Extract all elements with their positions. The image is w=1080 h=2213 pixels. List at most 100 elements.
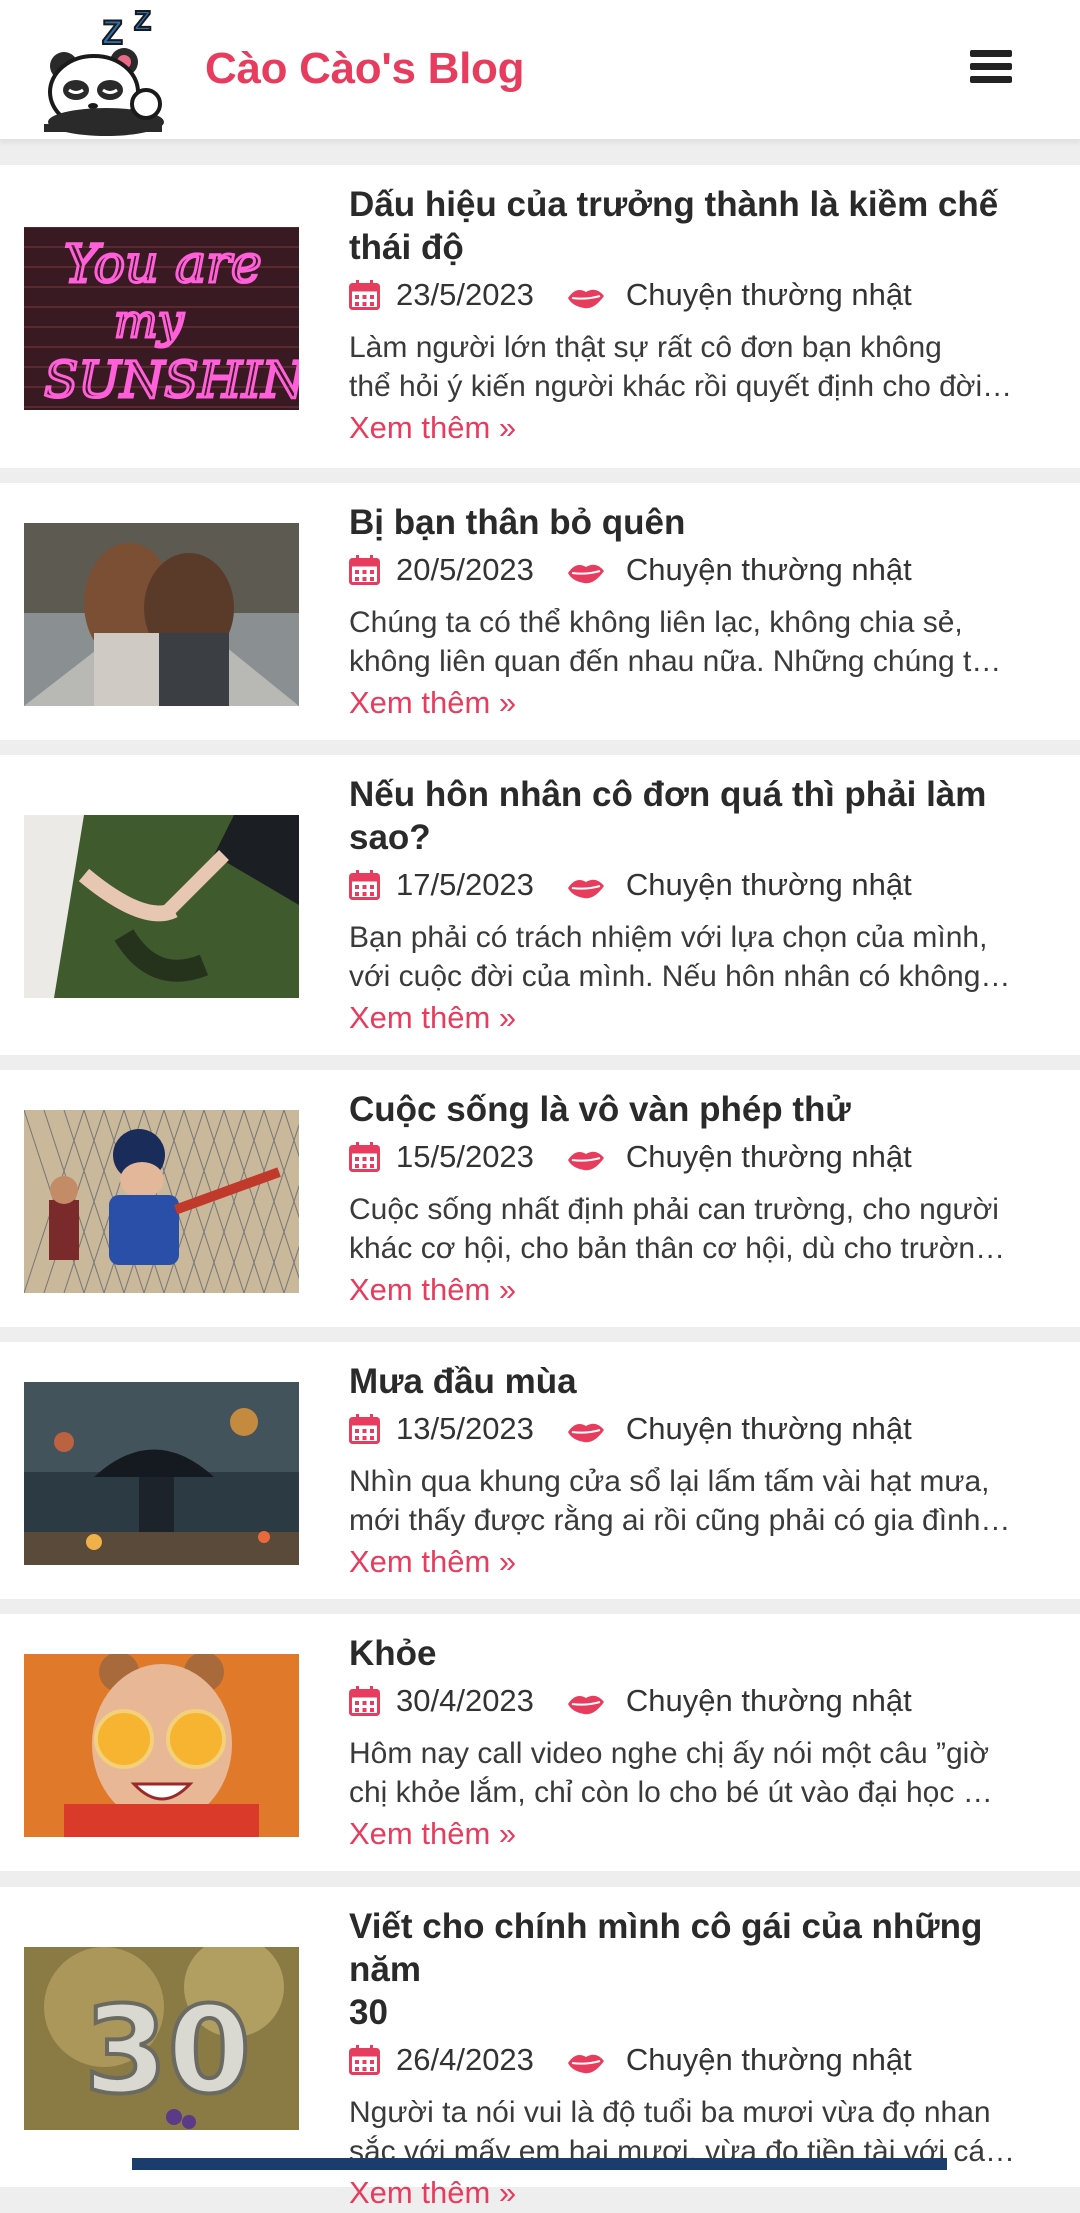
post-excerpt-line: mới thấy được rằng ai rồi cũng phải có g… — [349, 1504, 1011, 1537]
post-category[interactable]: Chuyện thường nhật — [626, 2042, 912, 2078]
post-excerpt: Chúng ta có thể không liên lạc, không ch… — [349, 603, 1064, 681]
post-excerpt-line: Cuộc sống nhất định phải can trường, cho… — [349, 1193, 999, 1226]
calendar-icon — [349, 555, 380, 585]
lips-category-icon — [566, 557, 606, 584]
holding-hands-image[interactable] — [24, 815, 299, 998]
calendar-icon — [349, 2045, 380, 2075]
post-title-line: thái độ — [349, 228, 464, 267]
post-date: 26/4/2023 — [396, 2042, 534, 2077]
calendar-icon — [349, 870, 380, 900]
post-title-line: 30 — [349, 1993, 388, 2032]
post-category[interactable]: Chuyện thường nhật — [626, 867, 912, 903]
post-category[interactable]: Chuyện thường nhật — [626, 1683, 912, 1719]
post-excerpt: Cuộc sống nhất định phải can trường, cho… — [349, 1190, 1064, 1268]
post-excerpt: Làm người lớn thật sự rất cô đơn bạn khô… — [349, 328, 1064, 406]
post-date: 17/5/2023 — [396, 867, 534, 902]
post-excerpt-line: Bạn phải có trách nhiệm với lựa chọn của… — [349, 921, 988, 954]
lips-category-icon — [566, 1416, 606, 1443]
post-title[interactable]: Mưa đầu mùa — [349, 1360, 1064, 1403]
post-excerpt-line: Hôm nay call video nghe chị ấy nói một c… — [349, 1737, 989, 1770]
post-excerpt: Hôm nay call video nghe chị ấy nói một c… — [349, 1734, 1064, 1812]
post-excerpt-line: chị khỏe lắm, chỉ còn lo cho bé út vào đ… — [349, 1776, 993, 1809]
panda-sleeping-logo-icon[interactable]: Z Z — [36, 4, 172, 136]
post-title[interactable]: Cuộc sống là vô vàn phép thử — [349, 1088, 1064, 1131]
post-card[interactable]: Mưa đầu mùa 13/5/2023 Chuyện thường nhật… — [0, 1342, 1080, 1599]
rainy-street-image[interactable] — [24, 1382, 299, 1565]
orange-girl-image[interactable] — [24, 1654, 299, 1837]
post-title-line: Khỏe — [349, 1634, 437, 1673]
read-more-link[interactable]: Xem thêm » — [349, 1270, 516, 1310]
svg-text:SUNSHINE: SUNSHINE — [44, 351, 299, 409]
post-meta: 17/5/2023 Chuyện thường nhật — [349, 862, 1064, 908]
post-title[interactable]: Bị bạn thân bỏ quên — [349, 501, 1064, 544]
post-title[interactable]: Nếu hôn nhân cô đơn quá thì phải làm sao? — [349, 773, 1064, 859]
lips-category-icon — [566, 1144, 606, 1171]
hamburger-menu-icon[interactable] — [970, 50, 1014, 90]
post-date: 13/5/2023 — [396, 1411, 534, 1446]
post-title-line: Bị bạn thân bỏ quên — [349, 503, 686, 542]
post-category[interactable]: Chuyện thường nhật — [626, 1411, 912, 1447]
post-card[interactable]: You aremySUNSHINE Dấu hiệu của trưởng thà… — [0, 165, 1080, 468]
post-excerpt-line: Làm người lớn thật sự rất cô đơn bạn khô… — [349, 331, 942, 364]
post-card[interactable]: Cuộc sống là vô vàn phép thử 15/5/2023 C… — [0, 1070, 1080, 1327]
read-more-link[interactable]: Xem thêm » — [349, 1814, 516, 1854]
svg-text:30: 30 — [84, 1982, 251, 2121]
post-excerpt-line: Nhìn qua khung cửa sổ lại lấm tấm vài hạ… — [349, 1465, 990, 1498]
post-excerpt-line: Người ta nói vui là độ tuổi ba mươi vừa … — [349, 2096, 991, 2129]
read-more-link[interactable]: Xem thêm » — [349, 2173, 516, 2213]
post-excerpt-line: với cuộc đời của mình. Nếu hôn nhân có k… — [349, 960, 1011, 993]
post-category[interactable]: Chuyện thường nhật — [626, 1139, 912, 1175]
site-title[interactable]: Cào Cào's Blog — [205, 44, 524, 94]
calendar-icon — [349, 1414, 380, 1444]
post-card[interactable]: Khỏe 30/4/2023 Chuyện thường nhật Hôm nay… — [0, 1614, 1080, 1871]
lips-category-icon — [566, 282, 606, 309]
ad-banner-strip — [132, 2158, 947, 2170]
svg-text:You are: You are — [64, 235, 262, 295]
read-more-link[interactable]: Xem thêm » — [349, 408, 516, 448]
calendar-icon — [349, 1142, 380, 1172]
friends-hugging-image[interactable] — [24, 523, 299, 706]
post-meta: 20/5/2023 Chuyện thường nhật — [349, 547, 1064, 593]
calendar-icon — [349, 1686, 380, 1716]
post-card[interactable]: 30 Viết cho chính mình cô gái của những … — [0, 1887, 1080, 2210]
calendar-icon — [349, 280, 380, 310]
post-excerpt-line: Chúng ta có thể không liên lạc, không ch… — [349, 606, 963, 639]
svg-text:Z: Z — [102, 14, 123, 52]
post-meta: 13/5/2023 Chuyện thường nhật — [349, 1406, 1064, 1452]
lips-category-icon — [566, 1688, 606, 1715]
post-date: 15/5/2023 — [396, 1139, 534, 1174]
post-excerpt-line: khác cơ hội, cho bản thân cơ hội, dù cho… — [349, 1232, 1006, 1265]
post-excerpt-line: thể hỏi ý kiến người khác rồi quyết định… — [349, 370, 1013, 403]
post-date: 23/5/2023 — [396, 277, 534, 312]
read-more-link[interactable]: Xem thêm » — [349, 683, 516, 723]
lips-category-icon — [566, 872, 606, 899]
post-meta: 30/4/2023 Chuyện thường nhật — [349, 1678, 1064, 1724]
post-excerpt-line: không liên quan đến nhau nữa. Những chún… — [349, 645, 1002, 678]
post-title[interactable]: Khỏe — [349, 1632, 1064, 1675]
neon-sign-image[interactable]: You aremySUNSHINE — [24, 227, 299, 410]
post-category[interactable]: Chuyện thường nhật — [626, 552, 912, 588]
post-title-line: Cuộc sống là vô vàn phép thử — [349, 1090, 851, 1129]
read-more-link[interactable]: Xem thêm » — [349, 1542, 516, 1582]
post-category[interactable]: Chuyện thường nhật — [626, 277, 912, 313]
read-more-link[interactable]: Xem thêm » — [349, 998, 516, 1038]
post-date: 20/5/2023 — [396, 552, 534, 587]
lips-category-icon — [566, 2047, 606, 2074]
post-title[interactable]: Viết cho chính mình cô gái của những năm… — [349, 1905, 1064, 2034]
post-meta: 15/5/2023 Chuyện thường nhật — [349, 1134, 1064, 1180]
site-header: Z Z Cào Cào's Blog — [0, 0, 1080, 140]
svg-text:my: my — [114, 294, 185, 348]
post-title[interactable]: Dấu hiệu của trưởng thành là kiềm chế thá… — [349, 183, 1064, 269]
svg-text:Z: Z — [134, 5, 151, 36]
post-meta: 26/4/2023 Chuyện thường nhật — [349, 2037, 1064, 2083]
post-card[interactable]: Nếu hôn nhân cô đơn quá thì phải làm sao?… — [0, 755, 1080, 1055]
post-meta: 23/5/2023 Chuyện thường nhật — [349, 272, 1064, 318]
post-excerpt: Bạn phải có trách nhiệm với lựa chọn của… — [349, 918, 1064, 996]
post-excerpt: Nhìn qua khung cửa sổ lại lấm tấm vài hạ… — [349, 1462, 1064, 1540]
post-title-line: Mưa đầu mùa — [349, 1362, 577, 1401]
balloon-30-image[interactable]: 30 — [24, 1947, 299, 2130]
baseball-kid-image[interactable] — [24, 1110, 299, 1293]
post-card[interactable]: Bị bạn thân bỏ quên 20/5/2023 Chuyện thư… — [0, 483, 1080, 740]
post-title-line: Nếu hôn nhân cô đơn quá thì phải làm — [349, 775, 987, 814]
post-title-line: Viết cho chính mình cô gái của những năm — [349, 1907, 983, 1989]
